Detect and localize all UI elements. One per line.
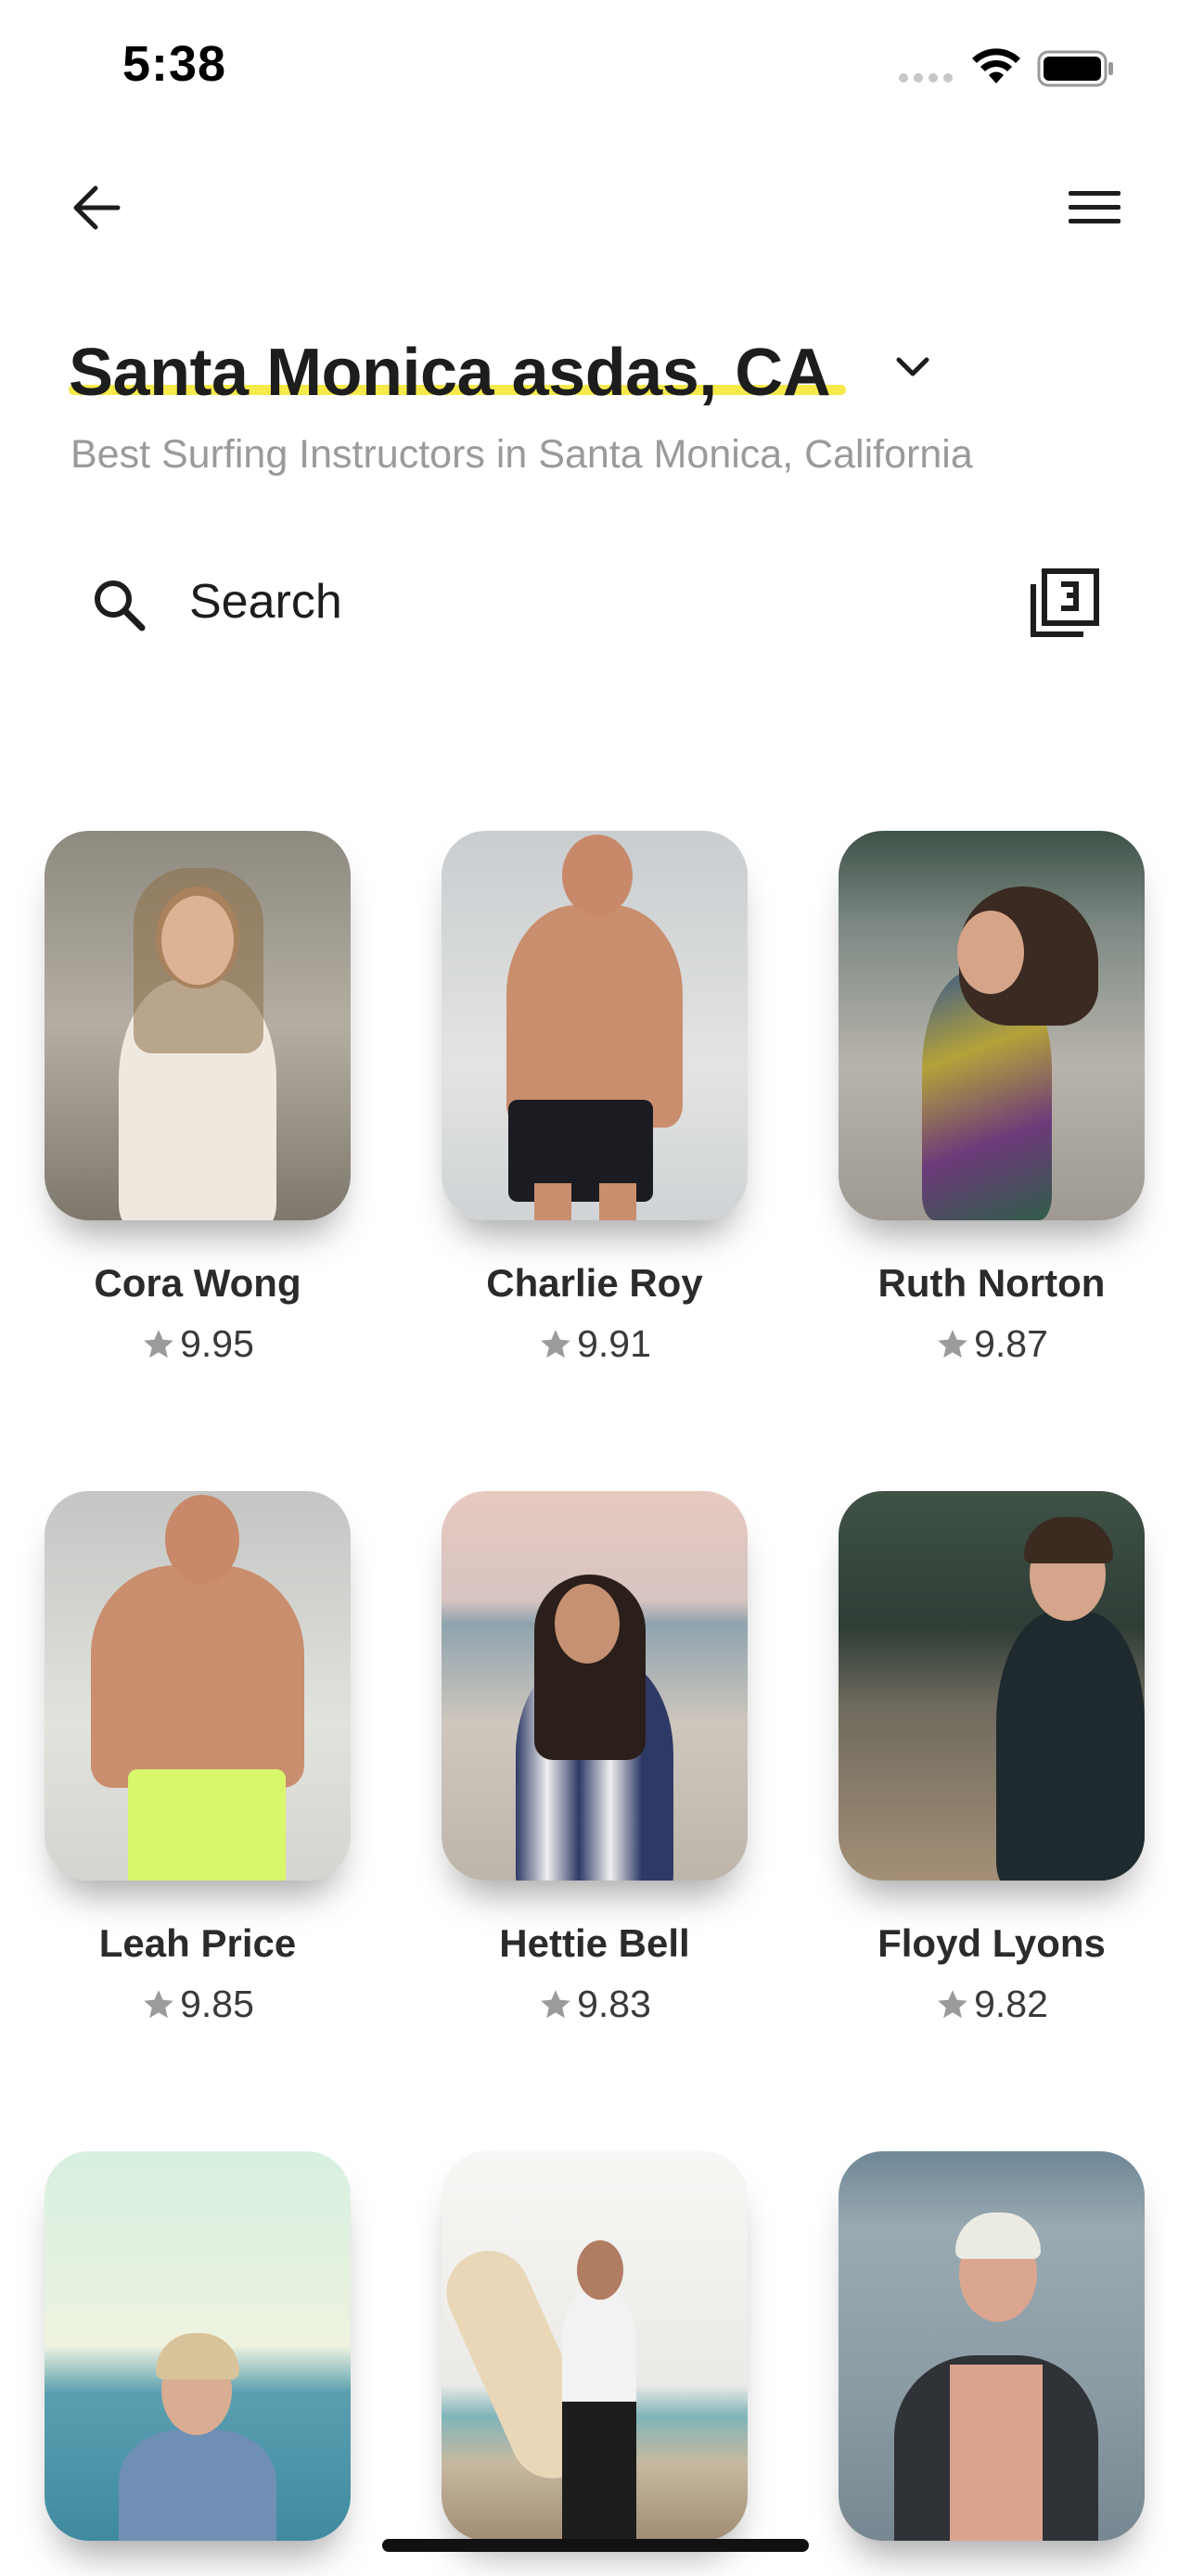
location-title[interactable]: Santa Monica asdas, CA — [69, 326, 846, 419]
home-indicator[interactable] — [382, 2539, 809, 2552]
menu-button[interactable] — [1057, 171, 1132, 245]
instructor-rating: 9.85 — [45, 1983, 351, 2026]
instructor-photo — [45, 1491, 351, 1881]
star-icon — [541, 1989, 570, 2018]
instructor-card[interactable]: Ruth Norton 9.87 — [839, 831, 1145, 1366]
instructor-rating: 9.95 — [45, 1322, 351, 1366]
instructor-photo — [442, 2151, 748, 2541]
rating-value: 9.82 — [974, 1983, 1048, 2025]
search-input[interactable] — [189, 569, 931, 634]
battery-icon — [1037, 50, 1113, 87]
instructor-card[interactable]: Charlie Roy 9.91 — [442, 831, 748, 1366]
instructor-photo — [45, 2151, 351, 2541]
instructor-card[interactable] — [442, 2151, 748, 2576]
hamburger-icon — [1069, 191, 1121, 223]
wifi-icon — [972, 48, 1020, 83]
instructor-name: Charlie Roy — [486, 1261, 703, 1305]
rating-value: 9.83 — [577, 1983, 651, 2025]
instructor-photo — [45, 831, 351, 1220]
star-icon — [938, 1329, 967, 1358]
instructor-card[interactable]: Hettie Bell 9.83 — [442, 1491, 748, 2026]
instructor-card[interactable] — [839, 2151, 1145, 2576]
star-icon — [144, 1329, 173, 1358]
instructor-photo — [839, 2151, 1145, 2541]
rating-value: 9.87 — [974, 1322, 1048, 1365]
chevron-down-icon — [896, 357, 929, 376]
page-subtitle: Best Surfing Instructors in Santa Monica… — [70, 432, 973, 477]
status-bar: 5:38 — [0, 0, 1191, 139]
status-time: 5:38 — [122, 36, 227, 92]
instructor-photo — [839, 831, 1145, 1220]
search-icon — [95, 580, 146, 631]
instructor-rating: 9.83 — [442, 1983, 748, 2026]
back-button[interactable] — [59, 171, 134, 245]
instructor-name: Ruth Norton — [877, 1261, 1106, 1305]
cellular-signal-icon — [899, 73, 953, 83]
arrow-left-icon — [73, 185, 121, 230]
instructor-name: Hettie Bell — [499, 1921, 690, 1965]
instructor-name: Floyd Lyons — [877, 1921, 1106, 1965]
rating-value: 9.91 — [577, 1322, 651, 1365]
star-icon — [144, 1989, 173, 2018]
instructor-photo — [442, 1491, 748, 1881]
instructor-photo — [839, 1491, 1145, 1881]
instructor-rating: 9.87 — [839, 1322, 1145, 1366]
instructor-name: Cora Wong — [94, 1261, 301, 1305]
rating-value: 9.85 — [180, 1983, 254, 2025]
instructor-name: Leah Price — [98, 1921, 297, 1965]
instructor-card[interactable]: Floyd Lyons 9.82 — [839, 1491, 1145, 2026]
page-title: Santa Monica asdas, CA — [69, 336, 831, 410]
star-icon — [541, 1329, 570, 1358]
star-icon — [938, 1989, 967, 2018]
search-bar — [82, 556, 1121, 649]
instructor-card[interactable]: Cora Wong 9.95 — [45, 831, 351, 1366]
location-dropdown-button[interactable] — [890, 345, 935, 389]
instructor-rating: 9.91 — [442, 1322, 748, 1366]
instructor-card[interactable] — [45, 2151, 351, 2576]
instructor-rating: 9.82 — [839, 1983, 1145, 2026]
rating-value: 9.95 — [180, 1322, 254, 1365]
filter-list-icon[interactable] — [1030, 567, 1100, 638]
instructor-card[interactable]: Leah Price 9.85 — [45, 1491, 351, 2026]
instructor-photo — [442, 831, 748, 1220]
